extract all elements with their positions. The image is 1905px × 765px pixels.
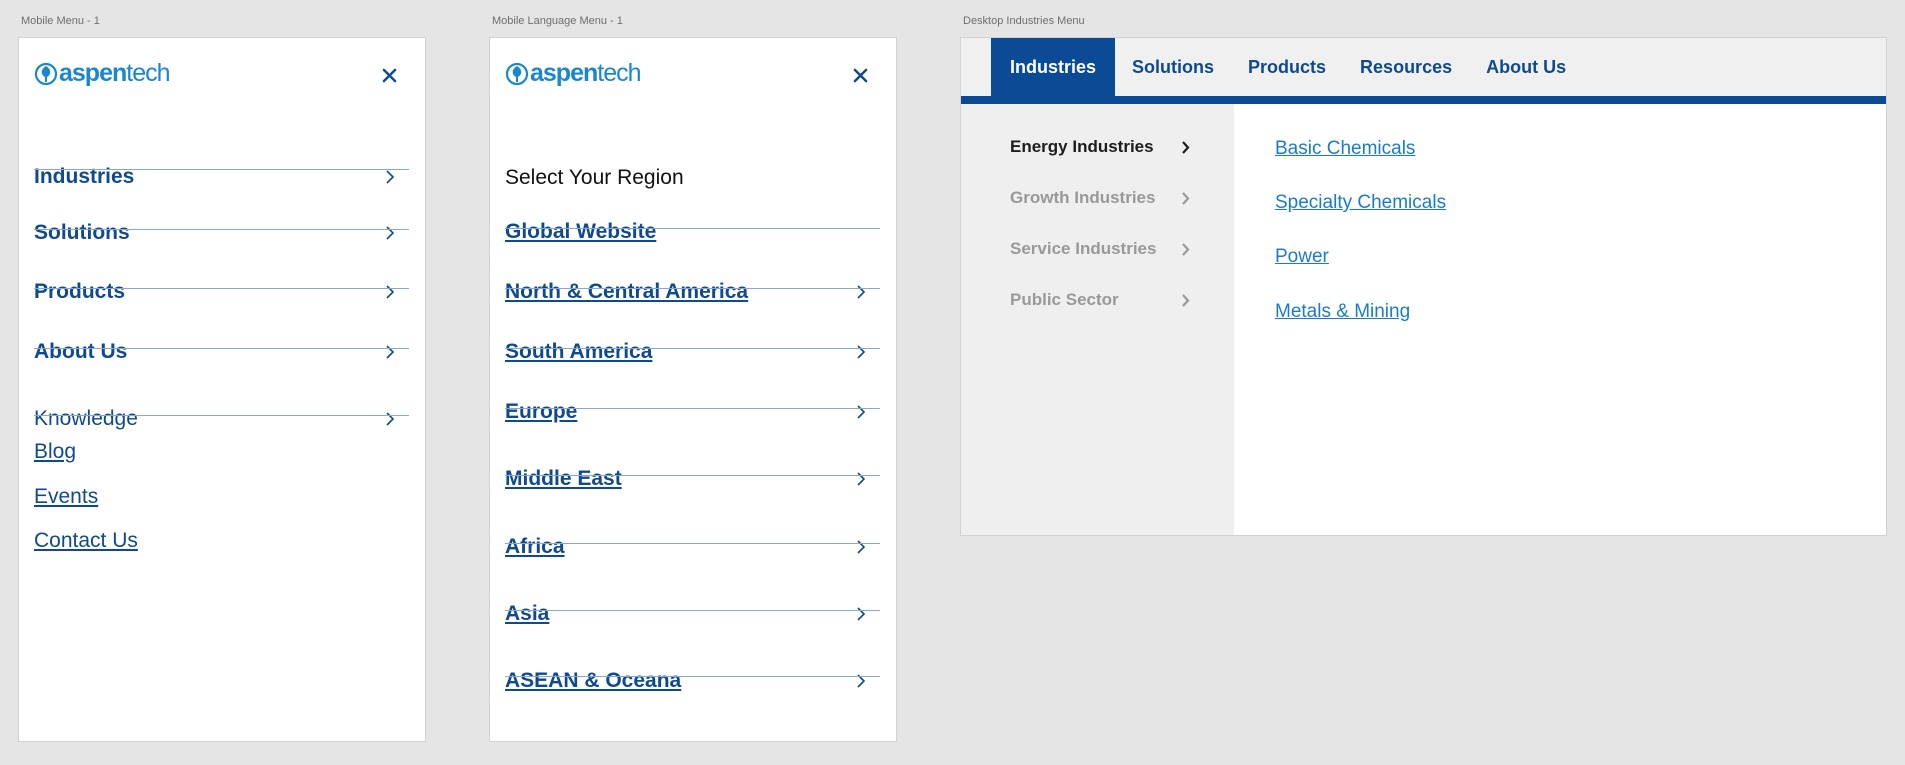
industry-link-metals-mining[interactable]: Metals & Mining bbox=[1275, 301, 1410, 323]
menu-item-knowledge[interactable]: Knowledge bbox=[34, 407, 409, 431]
chevron-right-icon bbox=[385, 411, 409, 427]
region-middle-east[interactable]: Middle East bbox=[505, 467, 880, 491]
category-service-industries[interactable]: Service Industries bbox=[1010, 239, 1190, 259]
divider bbox=[34, 348, 409, 349]
close-button[interactable] bbox=[379, 65, 399, 85]
nav-solutions[interactable]: Solutions bbox=[1115, 38, 1231, 96]
chevron-right-icon bbox=[385, 169, 409, 185]
divider bbox=[505, 475, 880, 476]
language-menu-frame: aspentech Select Your Region Global Webs… bbox=[489, 37, 897, 742]
chevron-right-icon bbox=[1181, 293, 1190, 308]
region-label: South America bbox=[505, 340, 653, 363]
region-label: Global Website bbox=[505, 220, 657, 243]
nav-underline-bar bbox=[961, 96, 1886, 104]
divider bbox=[505, 288, 880, 289]
industry-link-power[interactable]: Power bbox=[1275, 246, 1329, 268]
region-asia[interactable]: Asia bbox=[505, 602, 880, 626]
menu-item-label: Knowledge bbox=[34, 407, 138, 430]
top-navigation: Industries Solutions Products Resources … bbox=[961, 38, 1886, 96]
aspentech-logo[interactable]: aspentech bbox=[34, 59, 171, 87]
nav-about-us[interactable]: About Us bbox=[1469, 38, 1583, 96]
chevron-right-icon bbox=[385, 284, 409, 300]
divider bbox=[505, 543, 880, 544]
divider bbox=[505, 676, 880, 677]
category-energy-industries[interactable]: Energy Industries bbox=[1010, 137, 1190, 157]
category-label: Service Industries bbox=[1010, 239, 1157, 258]
nav-resources[interactable]: Resources bbox=[1343, 38, 1469, 96]
close-button[interactable] bbox=[850, 65, 870, 85]
frame-label-mobile-menu: Mobile Menu - 1 bbox=[21, 15, 100, 27]
chevron-right-icon bbox=[856, 539, 880, 555]
chevron-right-icon bbox=[856, 606, 880, 622]
divider bbox=[34, 169, 409, 170]
chevron-right-icon bbox=[1181, 242, 1190, 257]
menu-item-products[interactable]: Products bbox=[34, 280, 409, 304]
mobile-menu-frame: aspentech Industries Solutions Products … bbox=[18, 37, 426, 742]
region-label: Asia bbox=[505, 602, 550, 625]
industry-link-specialty-chemicals[interactable]: Specialty Chemicals bbox=[1275, 192, 1446, 214]
chevron-right-icon bbox=[856, 471, 880, 487]
divider bbox=[34, 288, 409, 289]
contact-us-link[interactable]: Contact Us bbox=[34, 529, 138, 553]
chevron-right-icon bbox=[856, 404, 880, 420]
divider bbox=[505, 610, 880, 611]
chevron-right-icon bbox=[856, 344, 880, 360]
chevron-right-icon bbox=[856, 284, 880, 300]
frame-label-desktop-menu: Desktop Industries Menu bbox=[963, 15, 1085, 27]
logo-text-bold: aspen bbox=[59, 59, 127, 87]
chevron-right-icon bbox=[385, 344, 409, 360]
nav-products[interactable]: Products bbox=[1231, 38, 1343, 96]
events-link[interactable]: Events bbox=[34, 485, 98, 509]
global-website-link[interactable]: Global Website bbox=[505, 220, 880, 244]
region-europe[interactable]: Europe bbox=[505, 400, 880, 424]
chevron-right-icon bbox=[1181, 191, 1190, 206]
divider bbox=[505, 228, 880, 229]
category-public-sector[interactable]: Public Sector bbox=[1010, 290, 1190, 310]
region-africa[interactable]: Africa bbox=[505, 535, 880, 559]
divider bbox=[505, 348, 880, 349]
region-asean-oceana[interactable]: ASEAN & Oceana bbox=[505, 669, 880, 693]
logo-text-bold: aspen bbox=[530, 59, 598, 87]
menu-item-label: About Us bbox=[34, 340, 128, 363]
logo-text-light: tech bbox=[126, 59, 170, 87]
menu-item-label: Products bbox=[34, 280, 126, 303]
aspentech-logo[interactable]: aspentech bbox=[505, 59, 642, 87]
frame-label-language-menu: Mobile Language Menu - 1 bbox=[492, 15, 623, 27]
menu-item-solutions[interactable]: Solutions bbox=[34, 221, 409, 245]
region-south-america[interactable]: South America bbox=[505, 340, 880, 364]
logo-text-light: tech bbox=[597, 59, 641, 87]
nav-industries[interactable]: Industries bbox=[991, 38, 1116, 96]
aspentech-leaf-icon bbox=[505, 62, 529, 85]
close-icon bbox=[382, 68, 396, 82]
region-label: Europe bbox=[505, 400, 578, 423]
region-north-central-america[interactable]: North & Central America bbox=[505, 280, 880, 304]
aspentech-leaf-icon bbox=[34, 62, 58, 85]
region-label: ASEAN & Oceana bbox=[505, 669, 682, 692]
region-title: Select Your Region bbox=[505, 166, 684, 189]
industry-link-basic-chemicals[interactable]: Basic Chemicals bbox=[1275, 138, 1415, 160]
chevron-right-icon bbox=[1181, 140, 1190, 155]
category-label: Growth Industries bbox=[1010, 188, 1156, 207]
divider bbox=[34, 415, 409, 416]
menu-item-about-us[interactable]: About Us bbox=[34, 340, 409, 364]
category-growth-industries[interactable]: Growth Industries bbox=[1010, 188, 1190, 208]
chevron-right-icon bbox=[385, 225, 409, 241]
region-label: Africa bbox=[505, 535, 565, 558]
close-icon bbox=[853, 68, 867, 82]
divider bbox=[34, 229, 409, 230]
industry-category-sidebar: Energy Industries Growth Industries Serv… bbox=[961, 104, 1234, 535]
region-label: Middle East bbox=[505, 467, 622, 490]
menu-item-label: Solutions bbox=[34, 221, 130, 244]
blog-link[interactable]: Blog bbox=[34, 440, 76, 464]
category-label: Energy Industries bbox=[1010, 137, 1154, 156]
desktop-menu-frame: Industries Solutions Products Resources … bbox=[960, 37, 1887, 536]
region-label: North & Central America bbox=[505, 280, 749, 303]
category-label: Public Sector bbox=[1010, 290, 1119, 309]
divider bbox=[505, 408, 880, 409]
